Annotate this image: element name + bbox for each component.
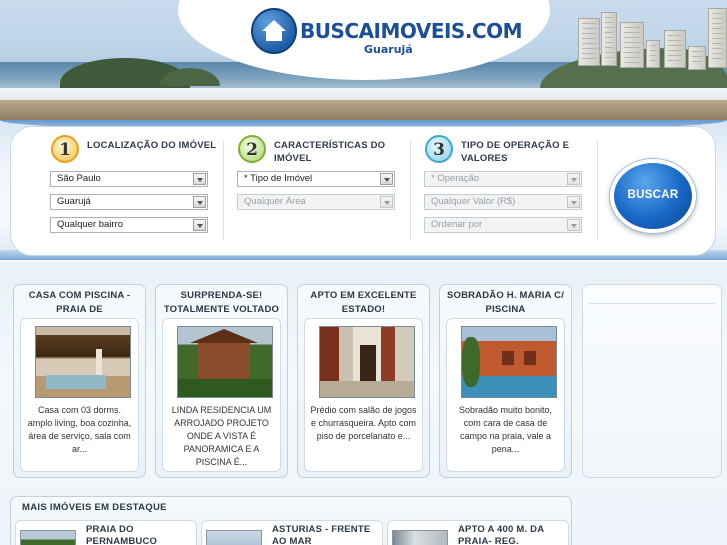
chevron-down-icon[interactable] bbox=[380, 196, 393, 208]
featured-card-description: Casa com 03 dorms. amplo living, boa coz… bbox=[27, 405, 132, 454]
operation-select-value: * Operação bbox=[431, 173, 480, 184]
neighborhood-select-value: Qualquer bairro bbox=[57, 219, 124, 230]
chevron-down-icon[interactable] bbox=[193, 219, 206, 231]
header-banner bbox=[0, 0, 727, 120]
property-type-select-value: * Tipo de Imóvel bbox=[244, 173, 313, 184]
featured-card-description: LINDA RESIDENCIA UM ARROJADO PROJETO OND… bbox=[171, 405, 272, 467]
more-listings-title: MAIS IMÓVEIS EM DESTAQUE bbox=[22, 502, 167, 513]
featured-card[interactable]: APTO EM EXCELENTE ESTADO! Prédio com sal… bbox=[297, 284, 430, 478]
building-image bbox=[620, 22, 644, 68]
featured-card-title[interactable]: SURPRENDA-SE! TOTALMENTE VOLTADO bbox=[160, 289, 283, 317]
chevron-down-icon[interactable] bbox=[193, 173, 206, 185]
featured-card-title[interactable]: CASA COM PISCINA - PRAIA DE PERNAMBUCO. bbox=[18, 289, 141, 329]
value-select[interactable]: Qualquer Valor (R$) bbox=[424, 194, 582, 210]
property-photo[interactable] bbox=[319, 326, 415, 398]
building-image bbox=[664, 30, 686, 68]
sand-strip bbox=[0, 100, 727, 120]
column-divider bbox=[410, 140, 411, 240]
chevron-down-icon[interactable] bbox=[567, 196, 580, 208]
property-photo[interactable] bbox=[177, 326, 273, 398]
more-listing-item[interactable]: APTO A 400 M. DA PRAIA- REG. BRUNELA bbox=[387, 520, 569, 545]
featured-card-body: Casa com 03 dorms. amplo living, boa coz… bbox=[20, 318, 139, 472]
property-photo[interactable] bbox=[461, 326, 557, 398]
building-image bbox=[578, 18, 600, 66]
more-listing-item[interactable]: PRAIA DO PERNAMBUCO bbox=[15, 520, 197, 545]
search-button[interactable]: BUSCAR bbox=[610, 159, 696, 233]
step-3-badge: 3 bbox=[425, 135, 453, 163]
step-2-title: CARACTERÍSTICAS DO IMÓVEL bbox=[274, 140, 386, 164]
chevron-down-icon[interactable] bbox=[380, 173, 393, 185]
chevron-down-icon[interactable] bbox=[567, 173, 580, 185]
side-panel bbox=[582, 284, 722, 478]
chevron-down-icon[interactable] bbox=[567, 219, 580, 231]
value-select-value: Qualquer Valor (R$) bbox=[431, 196, 516, 207]
featured-card-body: LINDA RESIDENCIA UM ARROJADO PROJETO OND… bbox=[162, 318, 281, 472]
featured-card-body: Prédio com salão de jogos e churrasqueir… bbox=[304, 318, 423, 472]
featured-card[interactable]: SOBRADÃO H. MARIA C/ PISCINA Sobradão mu… bbox=[439, 284, 572, 478]
featured-card-title[interactable]: APTO EM EXCELENTE ESTADO! bbox=[302, 289, 425, 317]
area-select[interactable]: Qualquer Área bbox=[237, 194, 395, 210]
step-3-title: TIPO DE OPERAÇÃO E VALORES bbox=[461, 140, 570, 164]
house-logo-icon[interactable] bbox=[251, 8, 297, 54]
more-listing-item[interactable]: ASTURIAS - FRENTE AO MAR bbox=[201, 520, 383, 545]
property-thumbnail[interactable] bbox=[206, 530, 262, 545]
column-divider bbox=[223, 140, 224, 240]
more-listing-label[interactable]: APTO A 400 M. DA PRAIA- REG. BRUNELA bbox=[458, 524, 564, 545]
building-image bbox=[688, 46, 706, 70]
column-divider bbox=[597, 140, 598, 240]
building-image bbox=[708, 8, 727, 68]
step-1-title: LOCALIZAÇÃO DO IMÓVEL bbox=[87, 140, 217, 151]
building-image bbox=[601, 12, 617, 66]
city-subtitle: Guarujá bbox=[364, 43, 413, 56]
site-logo-text[interactable]: BUSCAIMOVEIS.COM bbox=[300, 19, 523, 43]
area-select-value: Qualquer Área bbox=[244, 196, 306, 207]
state-select-value: São Paulo bbox=[57, 173, 101, 184]
featured-card-description: Sobradão muito bonito, com cara de casa … bbox=[458, 405, 553, 454]
building-image bbox=[646, 40, 660, 68]
city-select[interactable]: Guarujá bbox=[50, 194, 208, 210]
step-1-badge: 1 bbox=[51, 135, 79, 163]
search-button-label: BUSCAR bbox=[627, 189, 679, 201]
property-thumbnail[interactable] bbox=[20, 530, 76, 545]
city-select-value: Guarujá bbox=[57, 196, 91, 207]
featured-card[interactable]: SURPRENDA-SE! TOTALMENTE VOLTADO LINDA R… bbox=[155, 284, 288, 478]
property-type-select[interactable]: * Tipo de Imóvel bbox=[237, 171, 395, 187]
property-photo[interactable] bbox=[35, 326, 131, 398]
more-listing-label[interactable]: ASTURIAS - FRENTE AO MAR bbox=[272, 524, 378, 545]
state-select[interactable]: São Paulo bbox=[50, 171, 208, 187]
featured-card-description: Prédio com salão de jogos e churrasqueir… bbox=[310, 405, 417, 441]
chevron-down-icon[interactable] bbox=[193, 196, 206, 208]
neighborhood-select[interactable]: Qualquer bairro bbox=[50, 217, 208, 233]
order-select-value: Ordenar por bbox=[431, 219, 483, 230]
featured-card-body: Sobradão muito bonito, com cara de casa … bbox=[446, 318, 565, 472]
more-listing-label[interactable]: PRAIA DO PERNAMBUCO bbox=[86, 524, 192, 545]
operation-select[interactable]: * Operação bbox=[424, 171, 582, 187]
step-2-badge: 2 bbox=[238, 135, 266, 163]
property-thumbnail[interactable] bbox=[392, 530, 448, 545]
featured-card[interactable]: CASA COM PISCINA - PRAIA DE PERNAMBUCO. … bbox=[13, 284, 146, 478]
order-select[interactable]: Ordenar por bbox=[424, 217, 582, 233]
featured-card-title[interactable]: SOBRADÃO H. MARIA C/ PISCINA bbox=[444, 289, 567, 317]
